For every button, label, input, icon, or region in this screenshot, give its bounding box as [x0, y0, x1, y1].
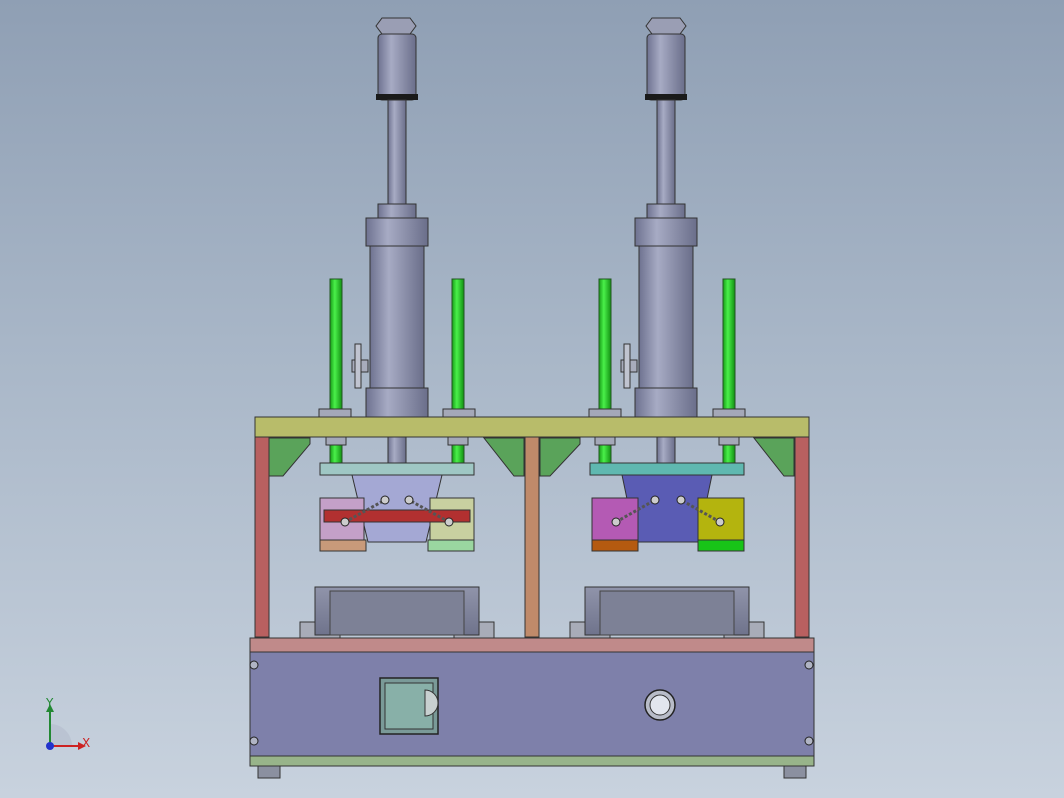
- emergency-button-hole: [644, 689, 676, 721]
- base-box: [249, 637, 815, 779]
- press-unit-right: [588, 17, 746, 552]
- x-axis-label: X: [82, 736, 91, 750]
- side-post-right: [794, 436, 810, 638]
- top-plate: [254, 416, 810, 438]
- control-panel-window: [379, 677, 439, 735]
- side-post-left: [254, 436, 270, 638]
- center-post: [524, 436, 540, 638]
- orientation-triad: X Y: [30, 690, 110, 770]
- cad-model-viewport[interactable]: [0, 0, 1064, 798]
- lower-fixture-right: [569, 586, 765, 639]
- triad-axes-icon: [46, 704, 86, 750]
- press-unit-left: [318, 17, 476, 552]
- y-axis-label: Y: [46, 696, 54, 710]
- lower-fixture-left: [299, 586, 495, 639]
